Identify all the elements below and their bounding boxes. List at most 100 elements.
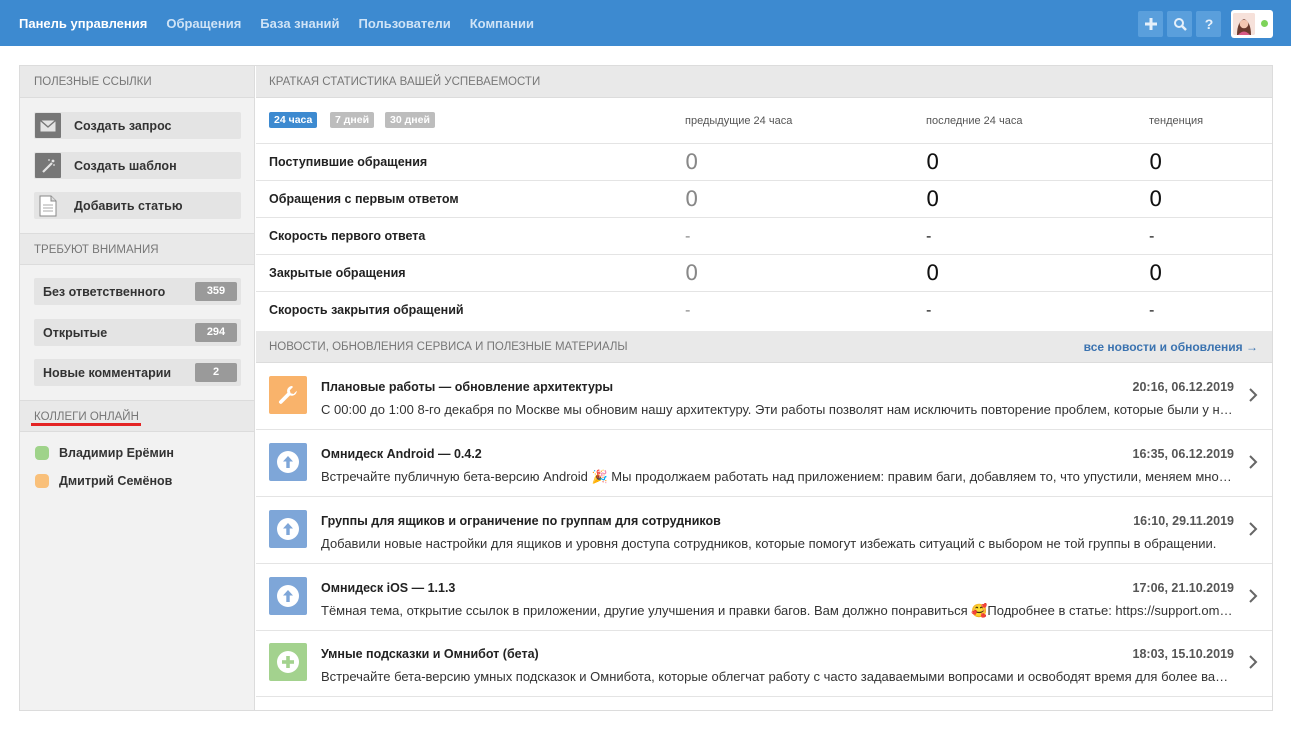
nav-item-dashboard[interactable]: Панель управления — [19, 16, 147, 31]
add-button[interactable] — [1138, 11, 1163, 37]
attention-section: Без ответственного 359 Открытые 294 Новы… — [20, 265, 254, 400]
news-text: С 00:00 до 1:00 8-го декабря по Москве м… — [321, 402, 1234, 417]
news-item[interactable]: Омнидеск iOS — 1.1.3 17:06, 21.10.2019 Т… — [256, 564, 1272, 631]
create-request-button[interactable]: Создать запрос — [34, 112, 241, 139]
stat-last-value: - — [926, 301, 932, 319]
stat-prev-value: - — [685, 301, 691, 319]
open-count-badge: 294 — [195, 323, 237, 342]
news-text: Встречайте бета-версию умных подсказок и… — [321, 669, 1234, 684]
unassigned-label: Без ответственного — [43, 284, 166, 299]
stat-label: Скорость закрытия обращений — [269, 303, 464, 317]
top-actions: ? — [1134, 10, 1273, 38]
period-24h-tab[interactable]: 24 часа — [269, 112, 318, 128]
stat-row-closed: Закрытые обращения 0 0 0 — [256, 255, 1272, 292]
stat-label: Закрытые обращения — [269, 266, 406, 280]
news-title: Омнидеск Android — 0.4.2 — [321, 447, 482, 461]
nav-item-users[interactable]: Пользователи — [359, 16, 451, 31]
colleagues-online-heading: Коллеги онлайн — [20, 400, 254, 432]
stat-last-value: - — [926, 227, 932, 245]
stat-label: Поступившие обращения — [269, 155, 428, 169]
main-content: Краткая статистика вашей успеваемости 24… — [256, 66, 1272, 710]
colleagues-section: Владимир Ерёмин Дмитрий Семёнов — [20, 432, 254, 512]
stat-row-first-response: Обращения с первым ответом 0 0 0 — [256, 181, 1272, 218]
period-7d-tab[interactable]: 7 дней — [330, 112, 375, 128]
news-item[interactable]: Умные подсказки и Омнибот (бета) 18:03, … — [256, 630, 1272, 697]
wrench-icon — [278, 386, 297, 404]
unassigned-count-badge: 359 — [195, 282, 237, 301]
plus-circle-icon — [277, 651, 299, 673]
document-icon — [39, 195, 57, 216]
news-title: Омнидеск iOS — 1.1.3 — [321, 581, 456, 595]
stat-row-closing-speed: Скорость закрытия обращений - - - — [256, 292, 1272, 329]
stat-trend-value: 0 — [1149, 261, 1163, 285]
arrow-up-circle-icon — [277, 585, 299, 607]
create-request-label: Создать запрос — [74, 118, 172, 133]
column-previous-24h: предыдущие 24 часа — [685, 115, 793, 127]
nav-item-tickets[interactable]: Обращения — [166, 16, 241, 31]
nav-item-knowledge-base[interactable]: База знаний — [260, 16, 339, 31]
search-button[interactable] — [1167, 11, 1192, 37]
create-template-label: Создать шаблон — [74, 158, 177, 173]
attention-heading: Требуют внимания — [20, 233, 254, 265]
svg-text:?: ? — [1204, 16, 1213, 32]
new-comments-label: Новые комментарии — [43, 365, 172, 380]
stat-last-value: 0 — [926, 261, 940, 285]
create-template-button[interactable]: Создать шаблон — [34, 152, 241, 179]
stat-trend-value: 0 — [1149, 150, 1163, 174]
nav-item-companies[interactable]: Компании — [470, 16, 534, 31]
news-text: Добавили новые настройки для ящиков и ур… — [321, 536, 1217, 551]
stat-prev-value: - — [685, 227, 691, 245]
colleague-status-dot — [35, 474, 49, 488]
colleague-name: Владимир Ерёмин — [59, 446, 174, 460]
envelope-icon — [40, 119, 56, 131]
new-comments-button[interactable]: Новые комментарии 2 — [34, 359, 241, 386]
avatar — [1233, 13, 1255, 35]
chevron-right-icon — [1249, 655, 1258, 669]
news-item[interactable]: Омнидеск Android — 0.4.2 16:35, 06.12.20… — [256, 430, 1272, 497]
user-menu[interactable] — [1231, 10, 1273, 38]
news-title: Группы для ящиков и ограничение по групп… — [321, 514, 721, 528]
all-news-link[interactable]: все новости и обновления → — [1084, 331, 1258, 363]
colleague-name: Дмитрий Семёнов — [59, 474, 173, 488]
stat-prev-value: 0 — [685, 261, 699, 285]
heading-underline — [31, 423, 141, 426]
news-item[interactable]: Группы для ящиков и ограничение по групп… — [256, 497, 1272, 564]
period-30d-tab[interactable]: 30 дней — [385, 112, 435, 128]
colleague-item[interactable]: Дмитрий Семёнов — [35, 474, 172, 488]
news-title: Умные подсказки и Омнибот (бета) — [321, 647, 539, 661]
useful-links-section: Создать запрос Создать шаблон Добавить с… — [20, 98, 254, 233]
news-item[interactable]: Плановые работы — обновление архитектуры… — [256, 363, 1272, 430]
dashboard-card: Полезные ссылки Создать запрос Создать ш… — [19, 65, 1273, 711]
stat-row-first-response-speed: Скорость первого ответа - - - — [256, 218, 1272, 255]
colleague-status-dot — [35, 446, 49, 460]
colleague-item[interactable]: Владимир Ерёмин — [35, 446, 174, 460]
chevron-right-icon — [1249, 455, 1258, 469]
column-trend: тенденция — [1149, 115, 1204, 127]
new-comments-count-badge: 2 — [195, 363, 237, 382]
news-date: 16:10, 29.11.2019 — [1133, 514, 1234, 528]
stat-trend-value: 0 — [1149, 187, 1163, 211]
news-heading: Новости, обновления сервиса и полезные м… — [269, 341, 628, 353]
news-heading-bar: Новости, обновления сервиса и полезные м… — [256, 331, 1272, 363]
help-button[interactable]: ? — [1196, 11, 1221, 37]
news-text: Тёмная тема, открытие ссылок в приложени… — [321, 603, 1234, 618]
open-tickets-button[interactable]: Открытые 294 — [34, 319, 241, 346]
news-text: Встречайте публичную бета-версию Android… — [321, 469, 1234, 484]
unassigned-tickets-button[interactable]: Без ответственного 359 — [34, 278, 241, 305]
stat-last-value: 0 — [926, 150, 940, 174]
online-status-indicator — [1261, 20, 1268, 27]
open-label: Открытые — [43, 325, 108, 340]
add-article-button[interactable]: Добавить статью — [34, 192, 241, 219]
stat-label: Скорость первого ответа — [269, 229, 426, 243]
arrow-up-circle-icon — [277, 518, 299, 540]
stat-prev-value: 0 — [685, 187, 699, 211]
stat-trend-value: - — [1149, 227, 1155, 245]
news-date: 20:16, 06.12.2019 — [1132, 380, 1234, 394]
magic-wand-icon — [42, 158, 55, 173]
stat-trend-value: - — [1149, 301, 1155, 319]
top-navigation-bar: Панель управления Обращения База знаний … — [0, 0, 1291, 46]
stat-label: Обращения с первым ответом — [269, 192, 459, 206]
sidebar: Полезные ссылки Создать запрос Создать ш… — [20, 66, 255, 710]
stats-heading: Краткая статистика вашей успеваемости — [256, 66, 1272, 98]
stat-prev-value: 0 — [685, 150, 699, 174]
